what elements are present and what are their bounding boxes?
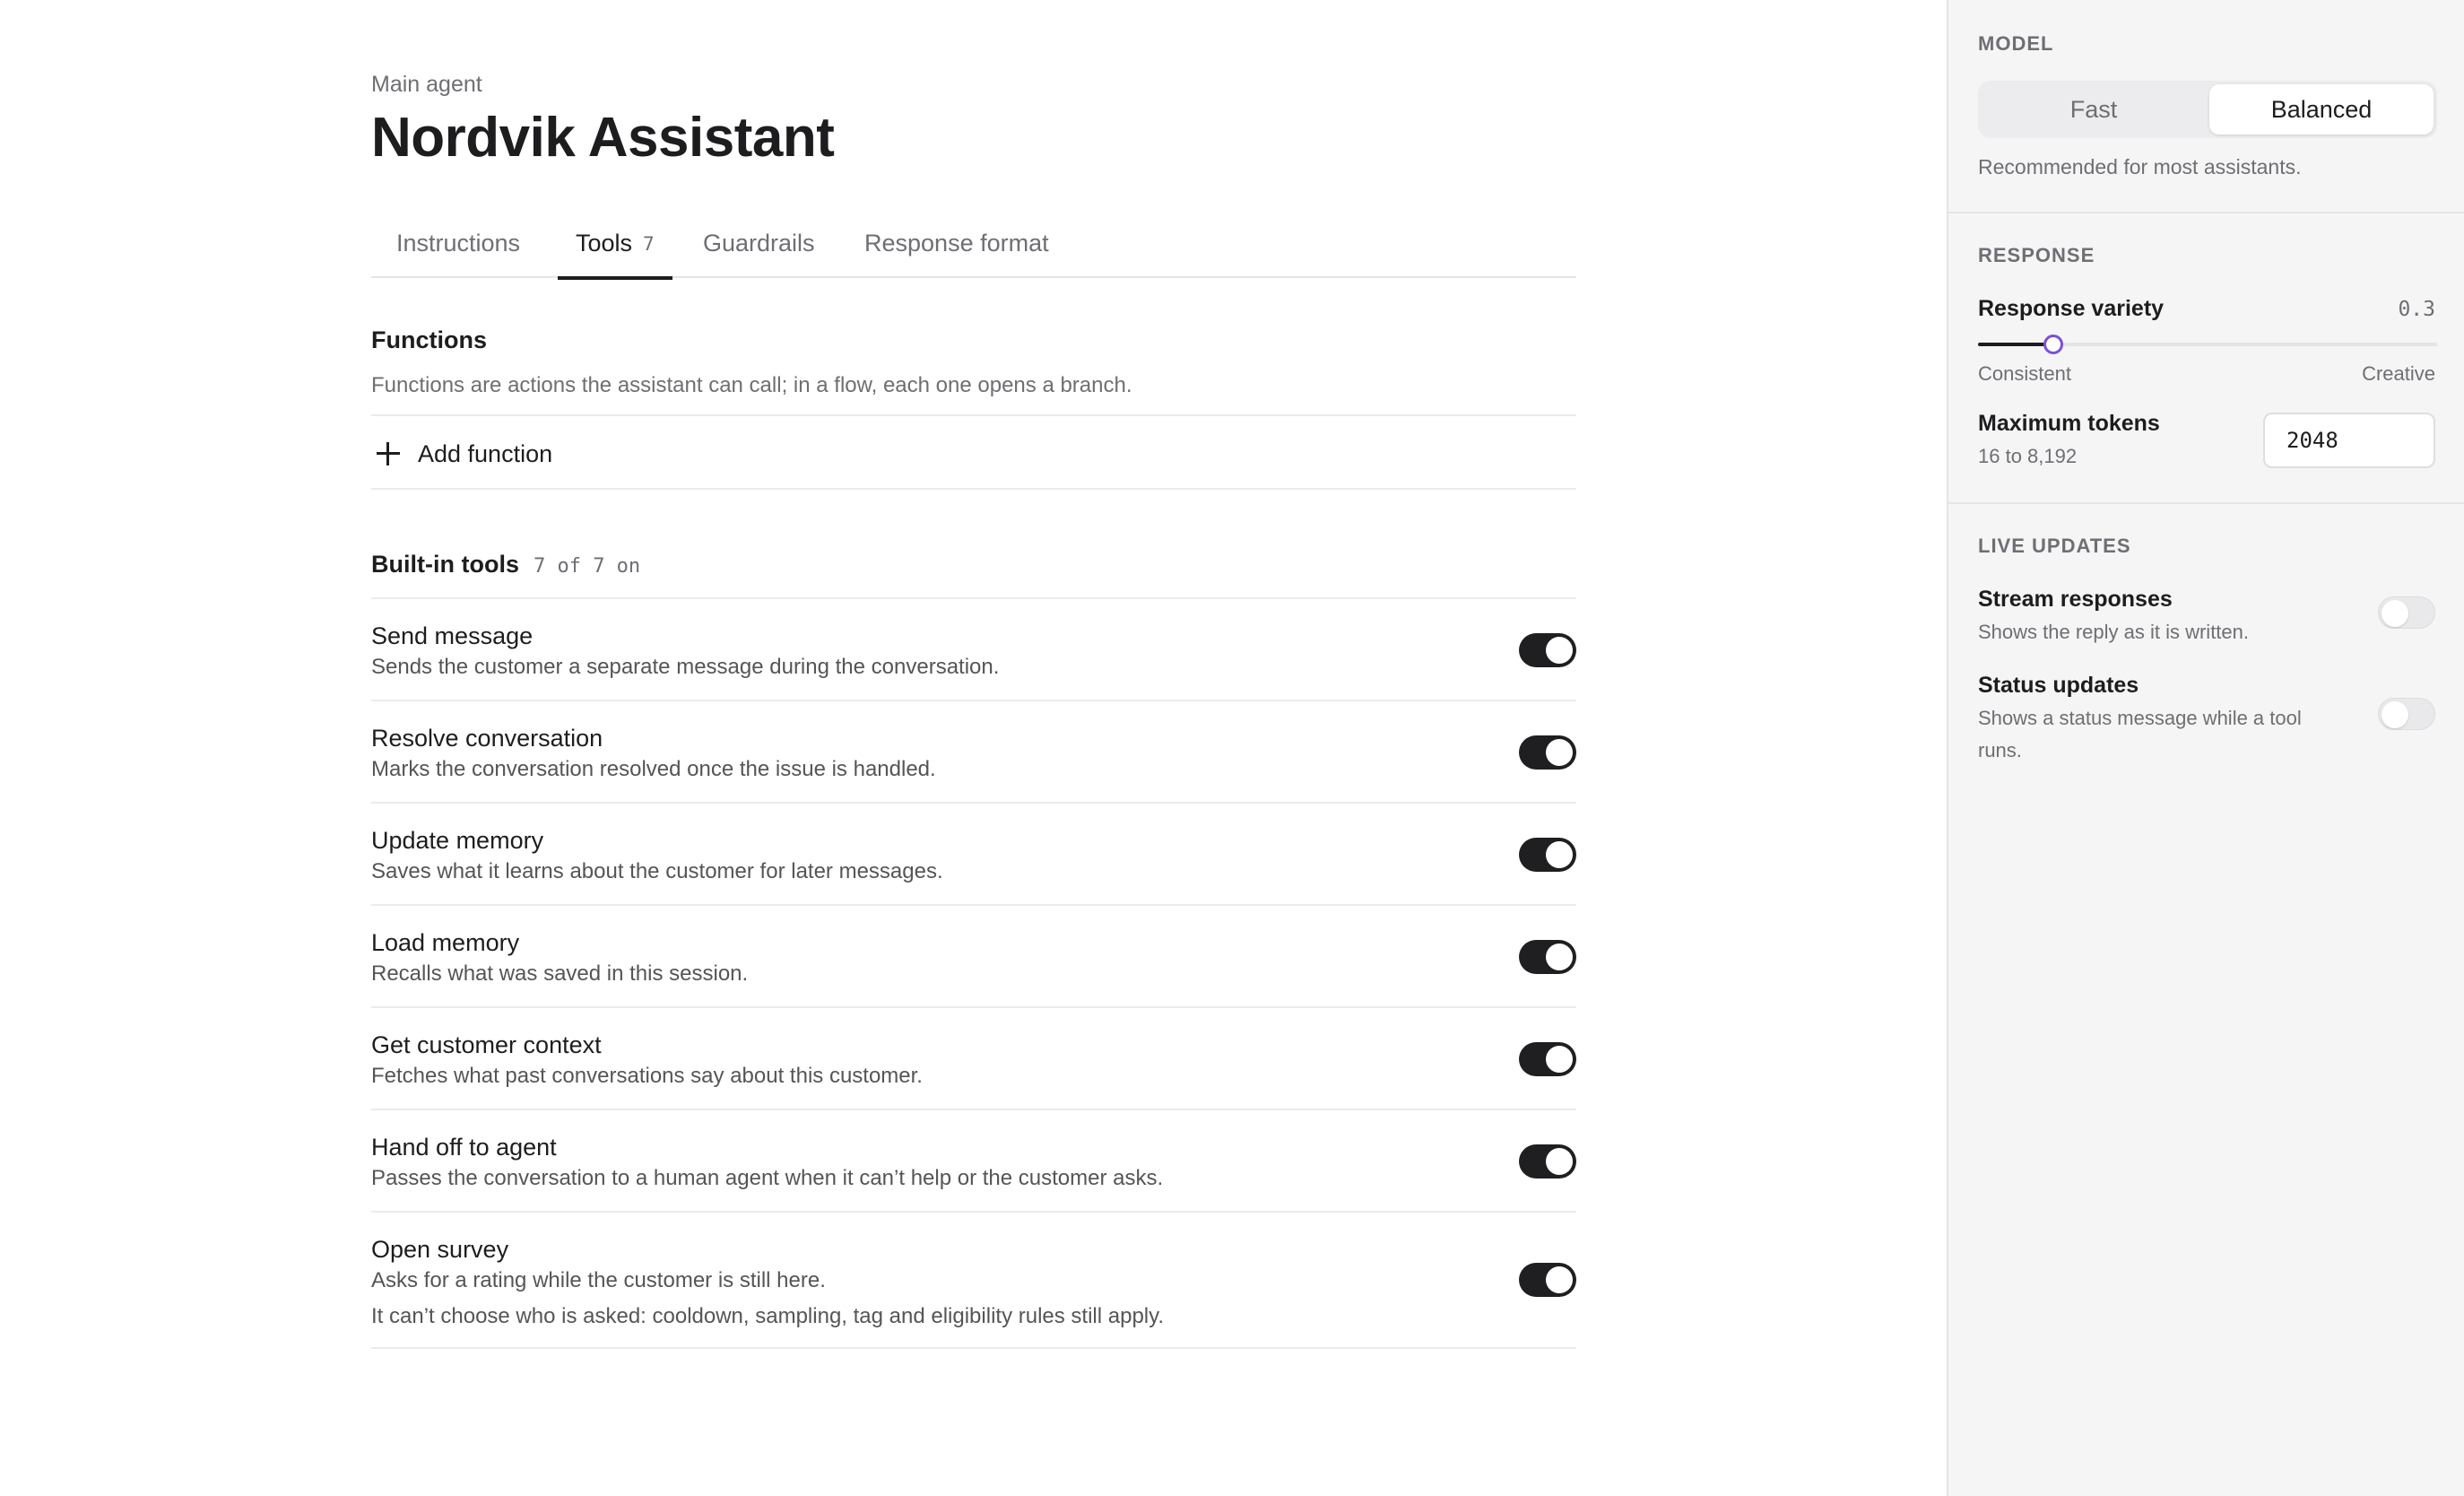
add-function-button[interactable]: Add function: [371, 418, 730, 490]
tab-label: Response format: [864, 230, 1049, 257]
tab-label: Guardrails: [703, 230, 815, 257]
tool-name: Hand off to agent: [371, 1134, 557, 1161]
send-message-toggle[interactable]: [1519, 633, 1576, 667]
stream-responses-description: Shows the reply as it is written.: [1978, 621, 2250, 643]
tool-row-hand-off-to-agent: Hand off to agent Passes the conversatio…: [371, 1109, 1576, 1211]
slider-max-label: Creative: [2362, 362, 2435, 385]
functions-description: Functions are actions the assistant can …: [371, 373, 1132, 397]
tab-instructions[interactable]: Instructions: [396, 230, 520, 278]
tool-description: Marks the conversation resolved once the…: [371, 757, 936, 781]
settings-panel: MODEL Fast Balanced Recommended for most…: [1947, 0, 2464, 1496]
add-function-label: Add function: [418, 439, 553, 467]
tool-description: Recalls what was saved in this session.: [371, 961, 749, 986]
model-option-balanced[interactable]: Balanced: [2209, 84, 2434, 135]
tool-name: Send message: [371, 622, 534, 649]
tool-name: Get customer context: [371, 1031, 602, 1058]
tool-row-send-message: Send message Sends the customer a separa…: [371, 597, 1576, 700]
builtin-tools-title: Built-in tools: [371, 551, 519, 578]
tool-name: Load memory: [371, 929, 520, 956]
builtin-tools-list: Send message Sends the customer a separa…: [371, 597, 1576, 1349]
tool-description-note: It can’t choose who is asked: cooldown, …: [371, 1304, 1165, 1328]
max-tokens-label: Maximum tokens: [1978, 411, 2160, 436]
model-option-fast[interactable]: Fast: [1982, 84, 2206, 135]
divider: [371, 414, 1576, 416]
functions-title: Functions: [371, 326, 487, 353]
tool-name: Open survey: [371, 1236, 509, 1263]
status-updates-toggle[interactable]: [2378, 698, 2435, 730]
stream-responses-label: Stream responses: [1978, 587, 2173, 612]
resolve-conversation-toggle[interactable]: [1519, 735, 1576, 770]
slider-thumb[interactable]: [2043, 335, 2064, 354]
slider-fill: [1978, 343, 2054, 346]
slider-min-label: Consistent: [1978, 362, 2071, 385]
max-tokens-input[interactable]: [2263, 413, 2435, 468]
divider: [1948, 212, 2464, 213]
tab-tools[interactable]: Tools 7: [558, 230, 672, 280]
tool-row-update-memory: Update memory Saves what it learns about…: [371, 802, 1576, 904]
response-variety-label: Response variety: [1978, 296, 2165, 321]
divider: [1948, 502, 2464, 504]
tab-label: Instructions: [396, 230, 521, 257]
max-tokens-range: 16 to 8,192: [1978, 445, 2078, 467]
tool-description: Sends the customer a separate message du…: [371, 655, 1000, 679]
status-updates-description-cont: runs.: [1978, 739, 2022, 761]
tab-guardrails[interactable]: Guardrails: [703, 230, 815, 278]
builtin-tools-header: Built-in tools 7 of 7 on: [371, 551, 640, 578]
response-caption: RESPONSE: [1978, 244, 2095, 266]
tab-count-badge: 7: [643, 233, 655, 255]
tool-row-load-memory: Load memory Recalls what was saved in th…: [371, 904, 1576, 1006]
stream-responses-toggle[interactable]: [2378, 596, 2435, 629]
tool-description: Asks for a rating while the customer is …: [371, 1268, 826, 1292]
breadcrumb: Main agent: [371, 72, 482, 97]
tool-name: Update memory: [371, 827, 544, 854]
tool-description: Passes the conversation to a human agent…: [371, 1166, 1164, 1190]
open-survey-toggle[interactable]: [1519, 1263, 1576, 1297]
load-memory-toggle[interactable]: [1519, 940, 1576, 974]
tab-label: Tools: [576, 230, 633, 257]
hand-off-to-agent-toggle[interactable]: [1519, 1144, 1576, 1179]
status-updates-label: Status updates: [1978, 673, 2139, 698]
plus-icon: [375, 440, 402, 467]
page-title: Nordvik Assistant: [371, 107, 835, 169]
divider: [371, 488, 1576, 490]
get-customer-context-toggle[interactable]: [1519, 1042, 1576, 1076]
tab-bar: Instructions Tools 7 Guardrails Response…: [371, 230, 1576, 280]
response-variety-value: 0.3: [2398, 298, 2435, 321]
tool-description: Fetches what past conversations say abou…: [371, 1064, 923, 1088]
model-selector: Fast Balanced: [1978, 81, 2437, 138]
model-caption: MODEL: [1978, 32, 2054, 55]
model-note: Recommended for most assistants.: [1978, 155, 2302, 178]
status-updates-description: Shows a status message while a tool: [1978, 707, 2302, 729]
live-updates-caption: LIVE UPDATES: [1978, 535, 2131, 557]
tab-response-format[interactable]: Response format: [864, 230, 1049, 278]
tool-row-resolve-conversation: Resolve conversation Marks the conversat…: [371, 700, 1576, 802]
tool-description: Saves what it learns about the customer …: [371, 859, 943, 883]
builtin-tools-count: 7 of 7 on: [533, 555, 641, 578]
response-variety-slider[interactable]: [1978, 334, 2437, 355]
update-memory-toggle[interactable]: [1519, 838, 1576, 872]
tool-row-get-customer-context: Get customer context Fetches what past c…: [371, 1006, 1576, 1109]
tool-name: Resolve conversation: [371, 725, 603, 752]
tool-row-open-survey: Open survey Asks for a rating while the …: [371, 1211, 1576, 1349]
